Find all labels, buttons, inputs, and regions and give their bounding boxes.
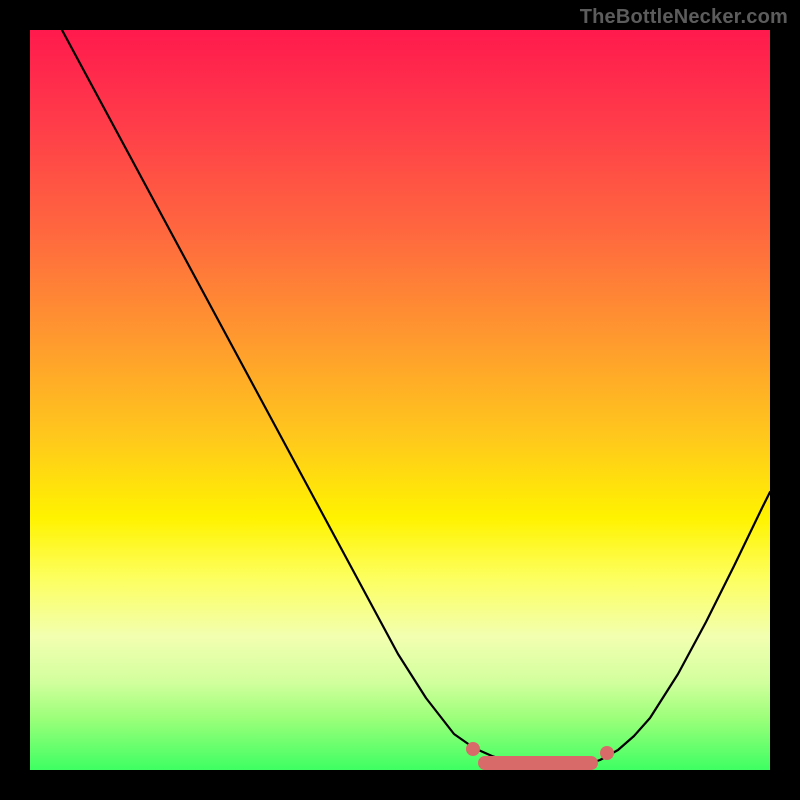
marker-end-dot — [600, 746, 614, 760]
plot-area — [30, 30, 770, 770]
marker-start-dot — [466, 742, 480, 756]
marker-band — [478, 756, 598, 770]
curve-path — [62, 30, 770, 768]
bottleneck-curve — [30, 30, 770, 770]
chart-root: TheBottleNecker.com — [0, 0, 800, 800]
watermark-text: TheBottleNecker.com — [580, 6, 788, 29]
